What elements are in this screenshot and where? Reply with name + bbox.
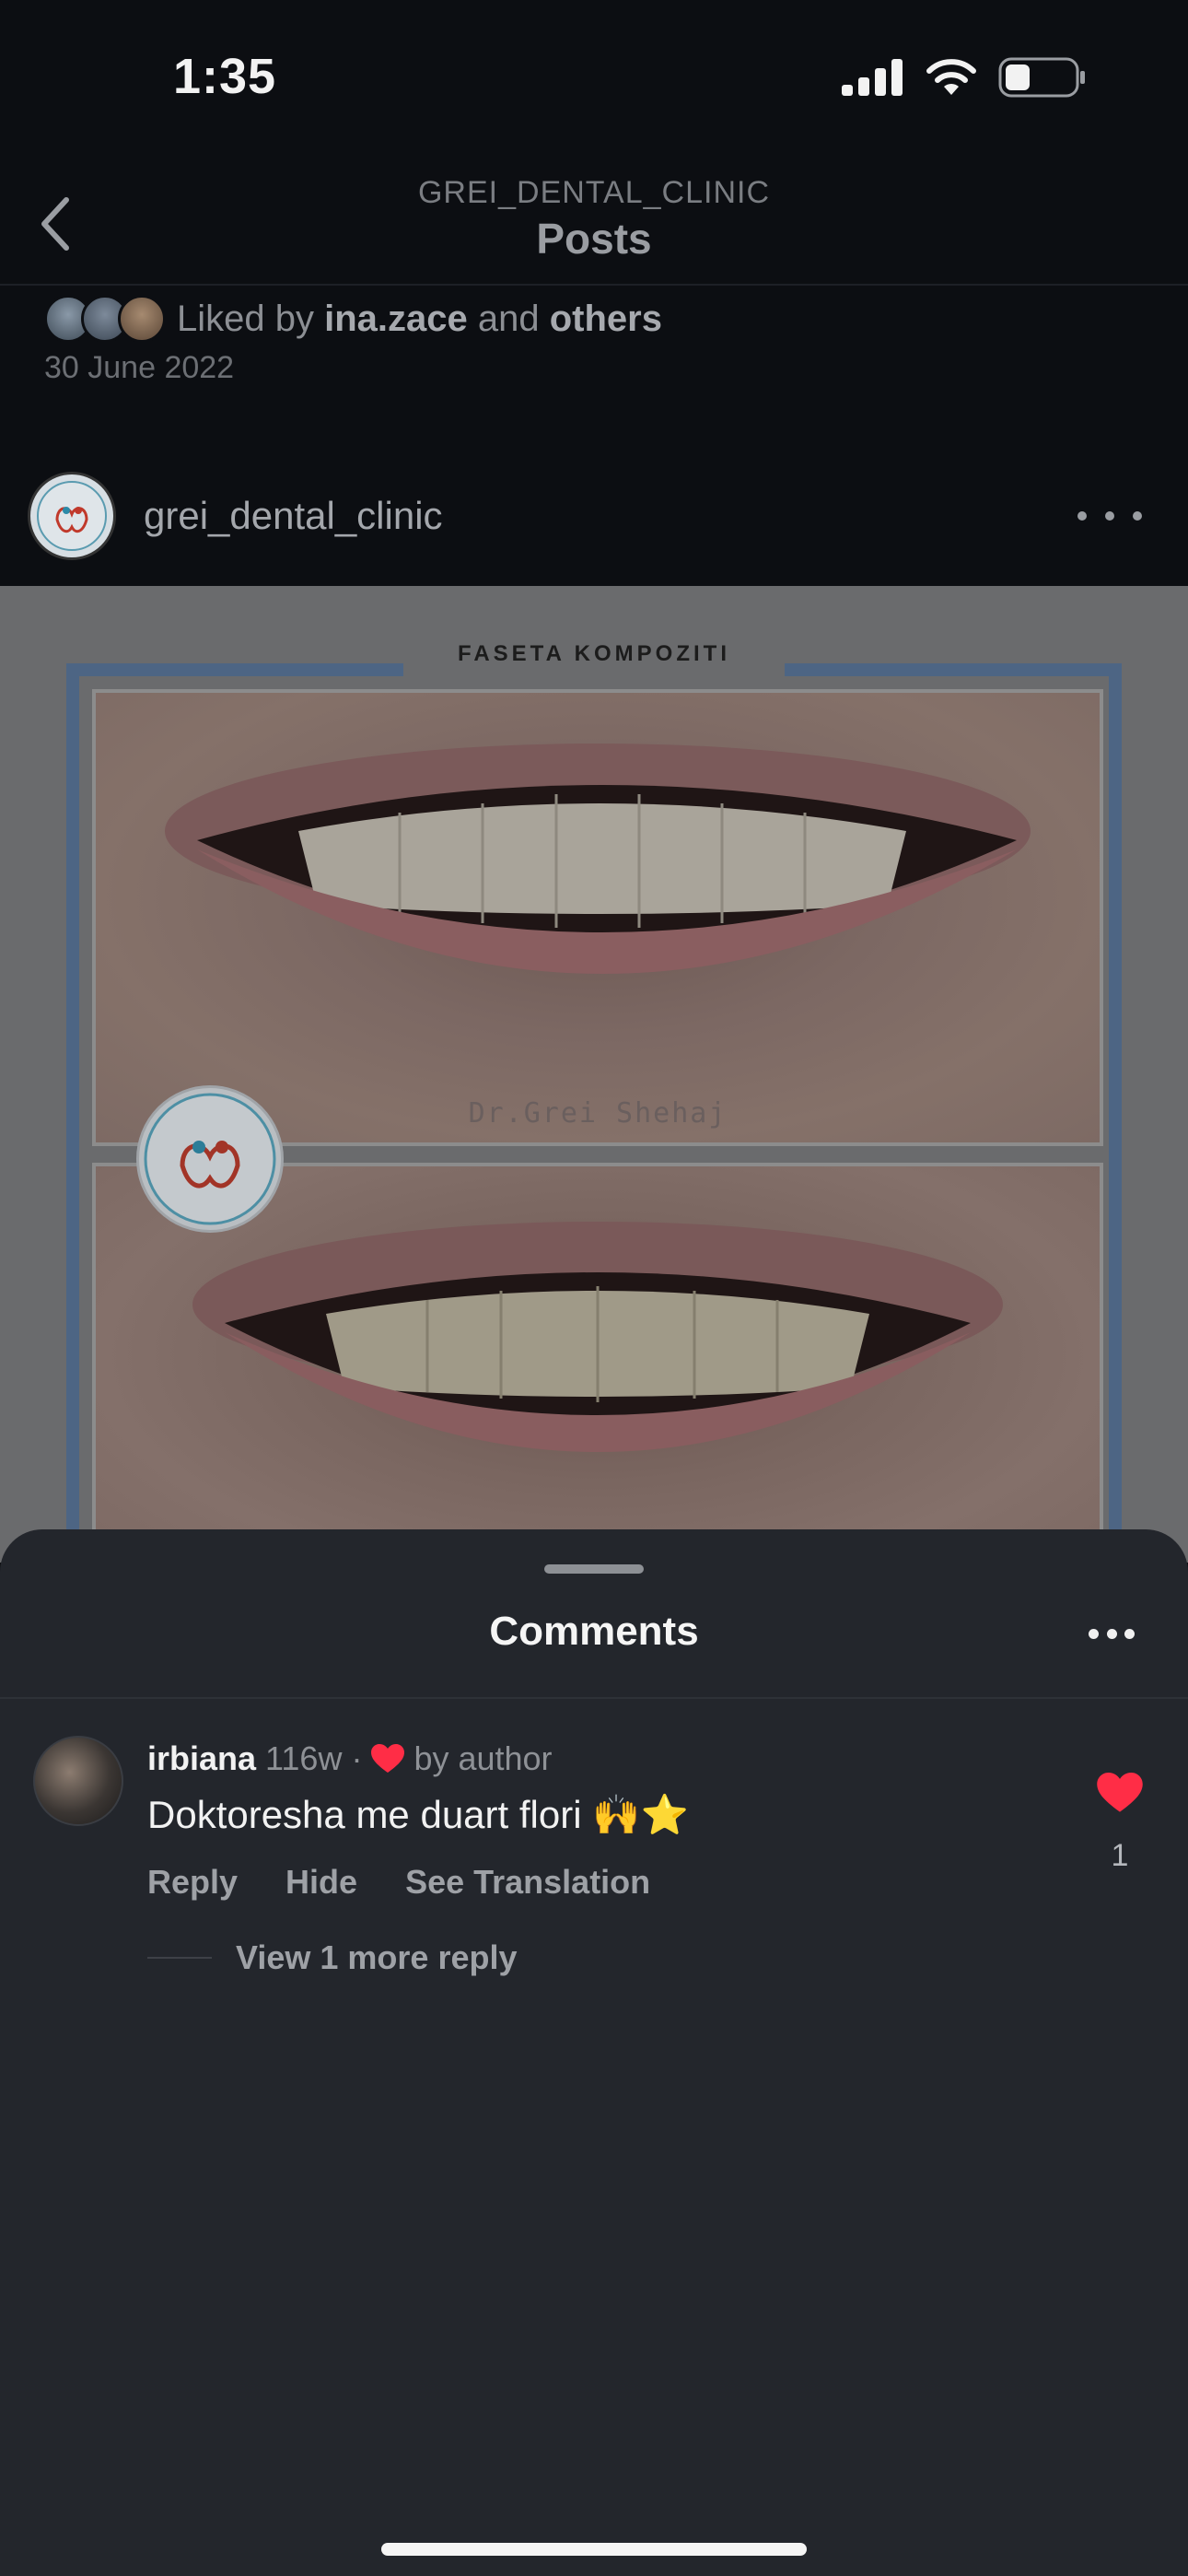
- after-photo: Dr.Grei Shehaj: [92, 689, 1103, 1146]
- view-more-replies-button[interactable]: View 1 more reply: [236, 1938, 518, 1977]
- comment-actions: Reply Hide See Translation: [147, 1863, 650, 1902]
- post-more-button[interactable]: [1077, 498, 1142, 534]
- liked-by-author-label: by author: [413, 1739, 553, 1777]
- battery-icon: [998, 57, 1085, 98]
- comment-meta: irbiana 116w · by author: [147, 1739, 553, 1778]
- comment-like-count: 1: [1111, 1838, 1129, 1873]
- liker-avatars: [44, 293, 169, 345]
- post-author-name[interactable]: grei_dental_clinic: [144, 494, 443, 538]
- home-indicator[interactable]: [381, 2543, 807, 2556]
- likes-others-link[interactable]: others: [550, 299, 662, 339]
- replies-line: [147, 1957, 212, 1959]
- liker-username[interactable]: ina.zace: [324, 299, 468, 339]
- posts-header: GREI_DENTAL_CLINIC Posts: [0, 147, 1188, 286]
- liker-avatar: [118, 295, 166, 343]
- header-account-name: GREI_DENTAL_CLINIC: [417, 175, 771, 210]
- hide-button[interactable]: Hide: [285, 1863, 357, 1902]
- comments-sheet: Comments irbiana 116w · by author Doktor…: [0, 1529, 1188, 2576]
- clinic-badge-logo: [136, 1085, 284, 1233]
- clinic-logo-icon: [37, 481, 107, 551]
- likes-row[interactable]: Liked by ina.zace and others: [44, 291, 662, 346]
- page-title: Posts: [536, 215, 652, 263]
- comment-text: Doktoresha me duart flori 🙌⭐: [147, 1793, 689, 1836]
- status-bar: 1:35: [0, 0, 1188, 147]
- cellular-signal-icon: [842, 59, 903, 96]
- reply-button[interactable]: Reply: [147, 1863, 238, 1902]
- author-liked-heart-icon: [371, 1744, 405, 1774]
- comment-item: irbiana 116w · by author Doktoresha me d…: [33, 1736, 1157, 1920]
- more-dot: [1106, 1628, 1117, 1639]
- more-dot: [1133, 511, 1142, 521]
- post-author-row: grei_dental_clinic: [28, 470, 1160, 562]
- see-translation-button[interactable]: See Translation: [405, 1863, 650, 1902]
- likes-text: Liked by ina.zace and others: [177, 299, 662, 340]
- view-replies-row[interactable]: View 1 more reply: [147, 1938, 518, 1977]
- wifi-icon: [926, 59, 976, 95]
- sheet-divider: [0, 1697, 1188, 1699]
- more-dot: [1089, 1628, 1099, 1639]
- comment-age: 116w: [265, 1739, 343, 1777]
- more-dot: [1077, 511, 1087, 521]
- post-date: 30 June 2022: [44, 350, 235, 385]
- sheet-more-button[interactable]: [1089, 1627, 1135, 1640]
- likes-prefix: Liked by: [177, 298, 325, 339]
- heart-filled-icon[interactable]: [1097, 1773, 1143, 1813]
- meta-separator: ·: [351, 1739, 363, 1777]
- author-avatar[interactable]: [28, 472, 116, 560]
- comment-like[interactable]: 1: [1083, 1773, 1157, 1874]
- likes-conjunction: and: [467, 298, 550, 339]
- commenter-username[interactable]: irbiana: [147, 1739, 256, 1778]
- post-image[interactable]: FASETA KOMPOZITI Dr.Grei Shehaj: [0, 586, 1188, 1563]
- sheet-title: Comments: [489, 1609, 699, 1654]
- more-dot: [1105, 511, 1114, 521]
- status-icons: [842, 57, 1087, 98]
- commenter-avatar[interactable]: [33, 1736, 123, 1826]
- image-caption: FASETA KOMPOZITI: [458, 641, 730, 666]
- more-dot: [1124, 1628, 1135, 1639]
- status-time: 1:35: [173, 49, 277, 104]
- sheet-grabber[interactable]: [544, 1564, 644, 1574]
- smile-illustration: [165, 744, 1031, 974]
- clinic-logo-icon: [144, 1093, 276, 1225]
